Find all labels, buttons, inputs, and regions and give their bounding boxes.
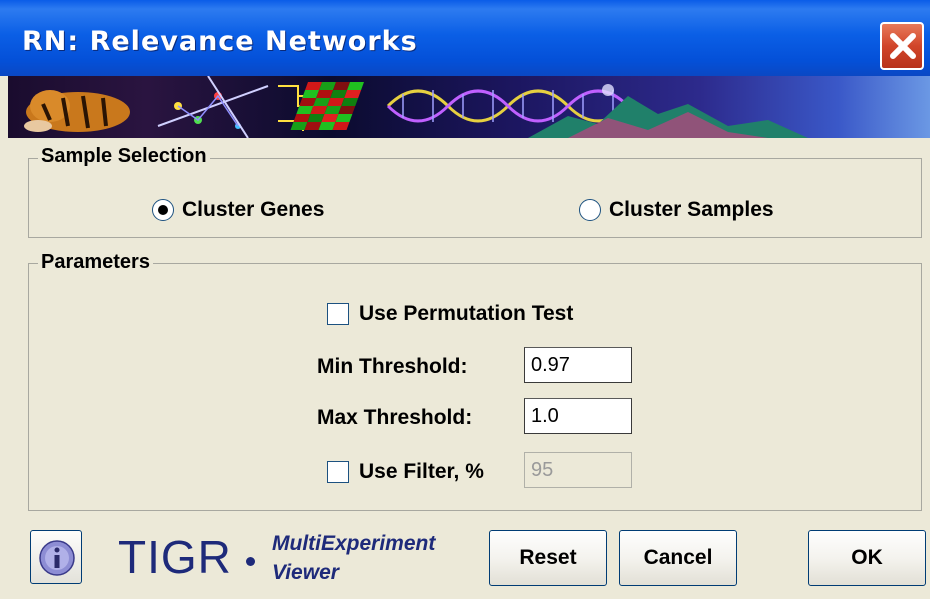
min-threshold-input[interactable] bbox=[524, 347, 632, 383]
radio-button-unchecked[interactable] bbox=[579, 199, 601, 221]
cluster-samples-radio[interactable]: Cluster Samples bbox=[579, 198, 774, 222]
info-button[interactable] bbox=[30, 530, 82, 584]
product-name-line-2: Viewer bbox=[272, 561, 339, 584]
ok-button[interactable]: OK bbox=[808, 530, 926, 586]
cancel-button[interactable]: Cancel bbox=[619, 530, 737, 586]
dialog-window: RN: Relevance Networks Sample Selection … bbox=[0, 0, 930, 599]
logo-bullet-icon bbox=[246, 557, 255, 566]
use-filter-checkbox[interactable]: Use Filter, % bbox=[327, 460, 484, 484]
radio-button-checked[interactable] bbox=[152, 199, 174, 221]
use-permutation-test-checkbox[interactable]: Use Permutation Test bbox=[327, 302, 573, 326]
title-bar[interactable]: RN: Relevance Networks bbox=[0, 0, 930, 76]
sample-selection-title: Sample Selection bbox=[38, 145, 210, 168]
parameters-title: Parameters bbox=[38, 251, 153, 274]
banner-image bbox=[8, 76, 930, 138]
reset-button[interactable]: Reset bbox=[489, 530, 607, 586]
permutation-checkbox-box[interactable] bbox=[327, 303, 349, 325]
max-threshold-label: Max Threshold: bbox=[317, 406, 473, 429]
close-button[interactable] bbox=[880, 22, 924, 70]
cluster-genes-radio[interactable]: Cluster Genes bbox=[152, 198, 324, 222]
min-threshold-label: Min Threshold: bbox=[317, 355, 468, 378]
tigr-logo: TIGR bbox=[118, 531, 232, 583]
cluster-samples-label: Cluster Samples bbox=[609, 198, 774, 221]
use-permutation-test-label: Use Permutation Test bbox=[359, 302, 574, 325]
filter-checkbox-box[interactable] bbox=[327, 461, 349, 483]
cluster-genes-label: Cluster Genes bbox=[182, 198, 325, 221]
window-title: RN: Relevance Networks bbox=[22, 26, 418, 57]
use-filter-label: Use Filter, % bbox=[359, 460, 484, 483]
max-threshold-input[interactable] bbox=[524, 398, 632, 434]
product-name-line-1: MultiExperiment bbox=[272, 532, 436, 555]
filter-percent-input bbox=[524, 452, 632, 488]
